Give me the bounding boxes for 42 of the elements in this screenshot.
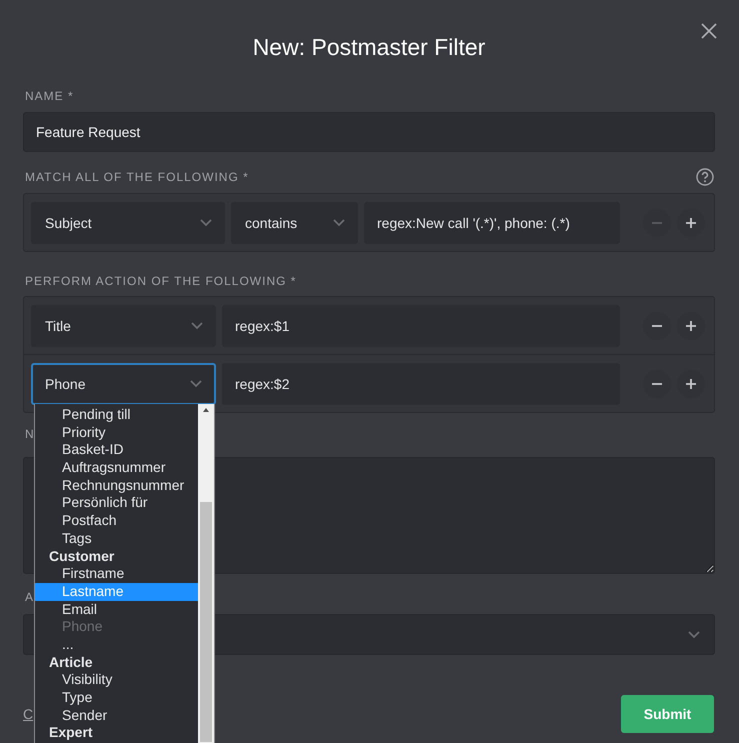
chevron-icon (190, 380, 202, 388)
text-field[interactable]: regex:$2 (222, 363, 620, 405)
dropdown-option[interactable]: Persönlich für (35, 494, 198, 512)
dropdown-option[interactable]: Firstname (35, 565, 198, 583)
dropdown-option[interactable]: Auftragsnummer (35, 459, 198, 477)
field-label: A (24, 589, 34, 605)
dropdown-option[interactable]: ... (35, 636, 198, 654)
text-field[interactable]: regex:$1 (222, 305, 620, 347)
group-heading: Expert (48, 724, 94, 742)
dropdown-option[interactable]: Basket-ID (35, 441, 198, 460)
select-field[interactable]: Title (31, 305, 216, 347)
plus-icon (685, 378, 697, 390)
chevron-icon (688, 630, 700, 638)
dialog-title: New: Postmaster Filter (252, 32, 486, 62)
dropdown-option[interactable]: Visibility (35, 671, 198, 689)
chevron-icon (333, 219, 345, 227)
dropdown-option[interactable]: Rechnungsnummer (35, 476, 198, 494)
dropdown-option[interactable]: Type (35, 689, 198, 707)
group-heading: Customer (48, 548, 116, 566)
field-label: NAME * (24, 88, 74, 104)
select-field[interactable]: contains (231, 202, 358, 244)
chevron-icon (200, 219, 212, 227)
dropdown-option[interactable]: Pending till (35, 406, 198, 424)
plus-icon (685, 320, 697, 332)
select-field[interactable]: Phone (31, 363, 216, 405)
field-label: PERFORM ACTION OF THE FOLLOWING * (24, 273, 296, 289)
chevron-icon (191, 322, 203, 330)
select-field[interactable]: Subject (31, 202, 225, 244)
help-icon[interactable] (696, 168, 714, 186)
input-field[interactable]: Feature Request (23, 112, 715, 152)
group-heading: Article (48, 654, 94, 672)
field-label: MATCH ALL OF THE FOLLOWING * (24, 169, 249, 185)
dropdown-option[interactable]: Priority (35, 424, 198, 442)
plus-icon (685, 217, 697, 229)
dropdown-option[interactable]: Sender (35, 706, 198, 724)
field-label: N (24, 426, 35, 442)
text-field[interactable]: regex:New call '(.*)', phone: (.*) (364, 202, 620, 244)
dropdown-option[interactable]: Postfach (35, 512, 198, 530)
dropdown-option[interactable]: Tags (35, 530, 198, 548)
cancel-link[interactable]: C (23, 706, 34, 722)
dropdown-option[interactable]: Email (35, 600, 198, 618)
close-icon[interactable] (701, 23, 717, 39)
